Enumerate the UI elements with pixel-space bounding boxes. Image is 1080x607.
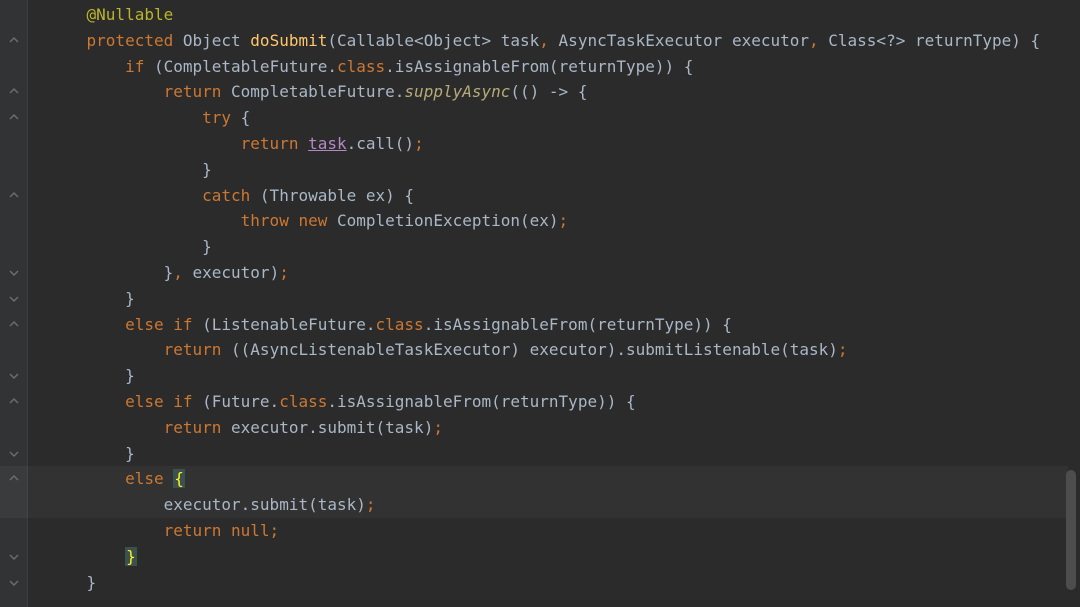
token: ; (414, 134, 424, 153)
token: doSubmit (250, 31, 327, 50)
code-line[interactable]: executor.submit(task); (48, 492, 376, 518)
token: Object (183, 31, 250, 50)
token: AsyncTaskExecutor executor (559, 31, 809, 50)
fold-open-icon[interactable] (9, 87, 19, 97)
token: .isAssignableFrom(returnType)) { (424, 315, 732, 334)
scrollbar-track[interactable] (1068, 0, 1078, 607)
code-editor[interactable]: @Nullable protected Object doSubmit(Call… (0, 0, 1080, 607)
token: if (125, 57, 154, 76)
token: (CompletableFuture. (154, 57, 337, 76)
token: class (337, 57, 385, 76)
token: { (241, 108, 251, 127)
token: } (87, 573, 97, 592)
token: (() -> { (510, 82, 587, 101)
fold-open-icon[interactable] (9, 397, 19, 407)
fold-open-icon[interactable] (9, 474, 19, 484)
token: return null; (164, 521, 280, 540)
token: class (279, 392, 327, 411)
code-line[interactable]: } (48, 570, 96, 596)
token: { (173, 469, 185, 488)
fold-open-icon[interactable] (9, 113, 19, 123)
token: ; (366, 495, 376, 514)
token: return (164, 340, 231, 359)
token: supplyAsync (404, 82, 510, 101)
token: CompletionException(ex) (337, 211, 559, 230)
code-line[interactable]: } (48, 441, 135, 467)
token: } (125, 547, 137, 566)
code-line[interactable]: throw new CompletionException(ex); (48, 208, 568, 234)
token: else if (125, 392, 202, 411)
token: ; (279, 263, 289, 282)
token: (ListenableFuture. (202, 315, 375, 334)
token: Class<?> returnType) { (828, 31, 1040, 50)
code-line[interactable]: } (48, 286, 135, 312)
code-line[interactable]: return CompletableFuture.supplyAsync(() … (48, 79, 587, 105)
code-line[interactable]: catch (Throwable ex) { (48, 183, 414, 209)
token: .call() (347, 134, 414, 153)
token: catch (202, 186, 260, 205)
token: try (202, 108, 241, 127)
code-line[interactable]: return ((AsyncListenableTaskExecutor) ex… (48, 337, 848, 363)
scrollbar-thumb[interactable] (1066, 470, 1076, 590)
token: else if (125, 315, 202, 334)
fold-close-icon[interactable] (9, 371, 19, 381)
token: (Callable<Object> task (327, 31, 539, 50)
token: ; (559, 211, 569, 230)
code-line[interactable]: } (48, 234, 212, 260)
token: protected (87, 31, 183, 50)
token: class (376, 315, 424, 334)
code-line[interactable]: } (48, 363, 135, 389)
token: return (164, 418, 231, 437)
token: , (539, 31, 558, 50)
fold-close-icon[interactable] (9, 552, 19, 562)
fold-open-icon[interactable] (9, 320, 19, 330)
token: ; (838, 340, 848, 359)
code-line[interactable]: return executor.submit(task); (48, 415, 443, 441)
fold-open-icon[interactable] (9, 191, 19, 201)
code-line[interactable]: else { (48, 466, 185, 492)
code-line[interactable]: else if (Future.class.isAssignableFrom(r… (48, 389, 636, 415)
code-area[interactable]: @Nullable protected Object doSubmit(Call… (28, 0, 1080, 607)
fold-open-icon[interactable] (9, 36, 19, 46)
token: @Nullable (87, 5, 174, 24)
token: task (308, 134, 347, 153)
token: , (809, 31, 828, 50)
token: return (241, 134, 308, 153)
token: } (164, 263, 174, 282)
token: executor) (193, 263, 280, 282)
token: } (125, 444, 135, 463)
fold-close-icon[interactable] (9, 294, 19, 304)
fold-close-icon[interactable] (9, 449, 19, 459)
token: return (164, 82, 231, 101)
token: .isAssignableFrom(returnType)) { (327, 392, 635, 411)
code-line[interactable]: @Nullable (48, 2, 173, 28)
token: CompletableFuture. (231, 82, 404, 101)
token: } (202, 237, 212, 256)
token: } (125, 289, 135, 308)
token: ; (433, 418, 443, 437)
token: else (125, 469, 173, 488)
code-line[interactable]: return null; (48, 518, 279, 544)
token: .isAssignableFrom(returnType)) { (385, 57, 693, 76)
token: executor.submit(task) (231, 418, 433, 437)
fold-close-icon[interactable] (9, 578, 19, 588)
token: (Future. (202, 392, 279, 411)
token: } (202, 160, 212, 179)
token: throw new (241, 211, 337, 230)
fold-close-icon[interactable] (9, 268, 19, 278)
token: } (125, 366, 135, 385)
code-line[interactable]: }, executor); (48, 260, 289, 286)
code-line[interactable]: } (48, 157, 212, 183)
code-line[interactable]: return task.call(); (48, 131, 424, 157)
code-line[interactable]: else if (ListenableFuture.class.isAssign… (48, 312, 732, 338)
token: , (173, 263, 192, 282)
code-line[interactable]: if (CompletableFuture.class.isAssignable… (48, 54, 693, 80)
code-line[interactable]: try { (48, 105, 250, 131)
editor-gutter (0, 0, 28, 607)
code-line[interactable]: } (48, 544, 137, 570)
code-line[interactable]: protected Object doSubmit(Callable<Objec… (48, 28, 1040, 54)
token: executor.submit(task) (164, 495, 366, 514)
token: (Throwable ex) { (260, 186, 414, 205)
token: ((AsyncListenableTaskExecutor) executor)… (231, 340, 838, 359)
